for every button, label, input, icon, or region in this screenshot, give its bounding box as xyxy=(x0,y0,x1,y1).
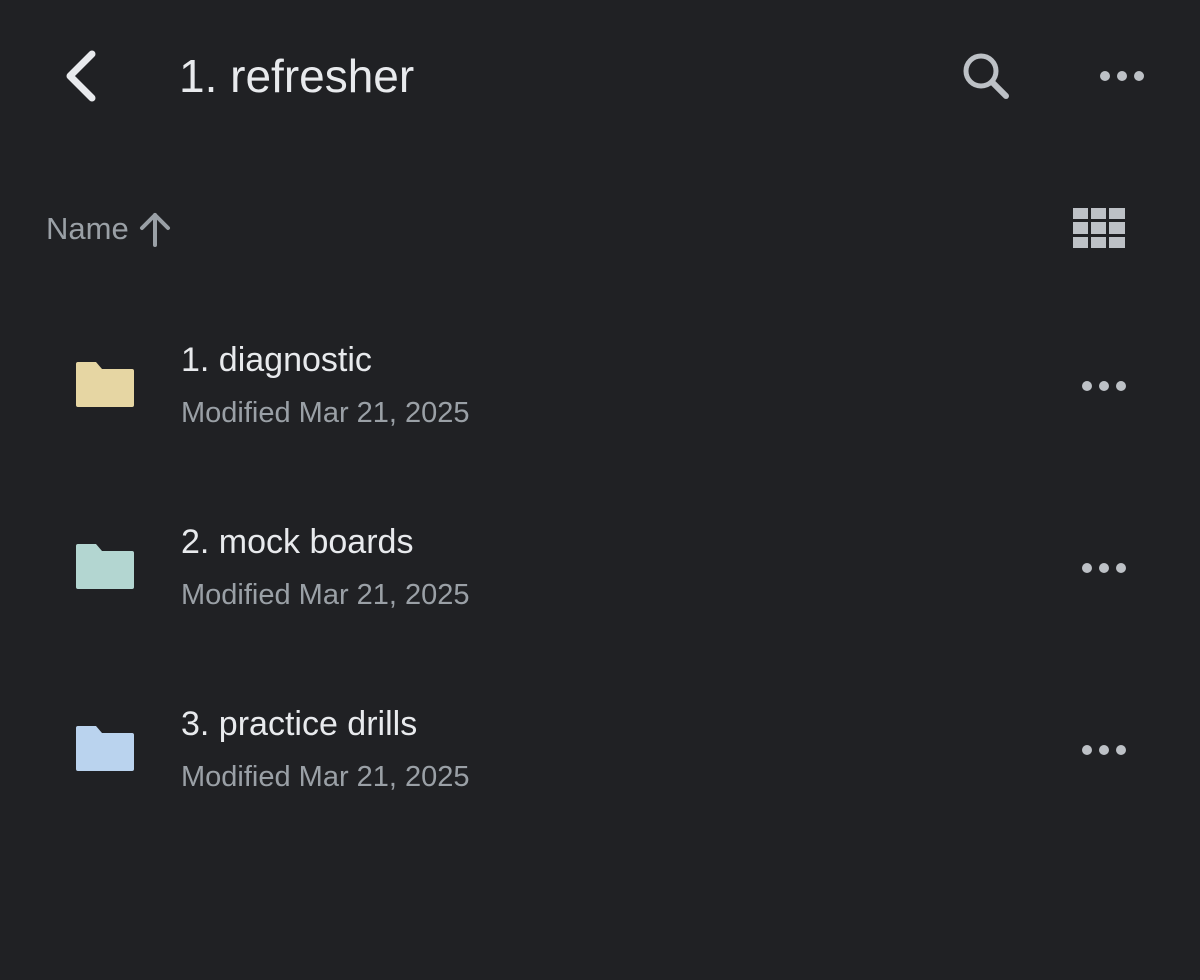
arrow-up-icon xyxy=(137,209,173,249)
folder-icon xyxy=(76,362,134,407)
app-bar: 1. refresher xyxy=(0,0,1200,150)
page-title: 1. refresher xyxy=(179,50,415,102)
chevron-left-icon xyxy=(66,50,96,102)
list-item[interactable]: 3. practice drills Modified Mar 21, 2025 xyxy=(0,664,1200,840)
list-item[interactable]: 2. mock boards Modified Mar 21, 2025 xyxy=(0,482,1200,658)
item-name: 3. practice drills xyxy=(181,705,418,743)
item-more-button[interactable] xyxy=(1066,718,1142,782)
more-horizontal-icon xyxy=(1100,71,1144,81)
item-modified-date: Modified Mar 21, 2025 xyxy=(181,761,470,793)
item-modified-date: Modified Mar 21, 2025 xyxy=(181,579,470,611)
more-horizontal-icon xyxy=(1082,563,1126,573)
back-button[interactable] xyxy=(40,36,120,116)
item-more-button[interactable] xyxy=(1066,354,1142,418)
more-horizontal-icon xyxy=(1082,745,1126,755)
search-button[interactable] xyxy=(946,36,1026,116)
file-browser-screen: 1. refresher Name 1. diagnostic Modified… xyxy=(0,0,1200,980)
folder-icon xyxy=(76,726,134,771)
sort-label: Name xyxy=(46,211,129,246)
list-item[interactable]: 1. diagnostic Modified Mar 21, 2025 xyxy=(0,300,1200,476)
more-options-button[interactable] xyxy=(1082,36,1162,116)
item-name: 1. diagnostic xyxy=(181,341,372,379)
grid-view-button[interactable] xyxy=(1060,194,1138,262)
sort-by-name-button[interactable]: Name xyxy=(46,204,173,254)
more-horizontal-icon xyxy=(1082,381,1126,391)
item-name: 2. mock boards xyxy=(181,523,414,561)
item-modified-date: Modified Mar 21, 2025 xyxy=(181,397,470,429)
search-icon xyxy=(963,53,1009,99)
grid-view-icon xyxy=(1073,208,1125,248)
folder-icon xyxy=(76,544,134,589)
item-more-button[interactable] xyxy=(1066,536,1142,600)
